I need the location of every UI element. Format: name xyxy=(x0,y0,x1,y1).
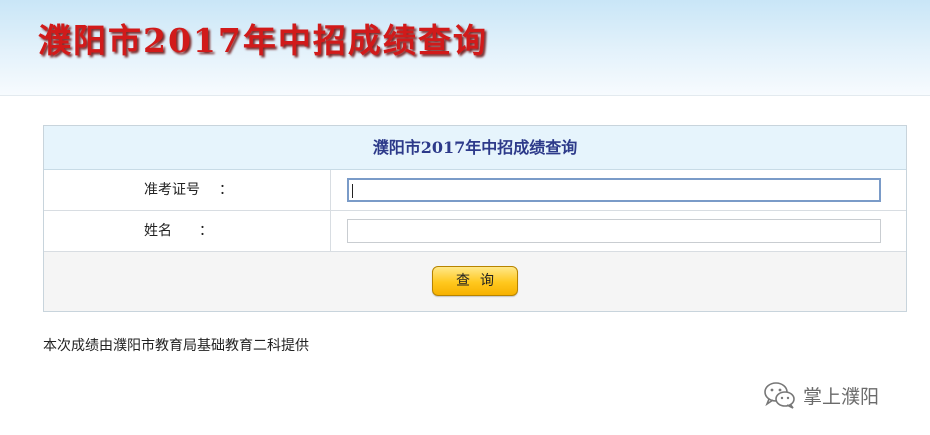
exam-id-input[interactable] xyxy=(347,178,881,202)
name-label: 姓名 xyxy=(144,223,172,239)
button-area: 查询 xyxy=(44,252,906,311)
exam-id-row: 准考证号 ： xyxy=(44,170,906,211)
name-row: 姓名 ： xyxy=(44,211,906,252)
exam-id-colon: ： xyxy=(219,182,233,198)
exam-id-label: 准考证号 xyxy=(144,182,200,198)
score-query-form: 濮阳市2017年中招成绩查询 准考证号 ： 姓名 ： 查询 xyxy=(43,125,907,312)
form-header: 濮阳市2017年中招成绩查询 xyxy=(44,126,906,170)
name-colon: ： xyxy=(199,223,213,239)
watermark-text: 掌上濮阳 xyxy=(803,386,880,408)
text-caret xyxy=(352,184,353,198)
exam-id-label-cell: 准考证号 ： xyxy=(44,170,331,210)
query-button[interactable]: 查询 xyxy=(432,266,518,296)
banner-title: 濮阳市2017年中招成绩查询 xyxy=(38,21,488,60)
source-note: 本次成绩由濮阳市教育局基础教育二科提供 xyxy=(43,338,309,354)
page-banner: 濮阳市2017年中招成绩查询 xyxy=(0,0,930,96)
watermark: 掌上濮阳 xyxy=(763,378,913,412)
name-label-cell: 姓名 ： xyxy=(44,211,331,251)
name-input[interactable] xyxy=(347,219,881,243)
wechat-icon xyxy=(764,382,795,409)
